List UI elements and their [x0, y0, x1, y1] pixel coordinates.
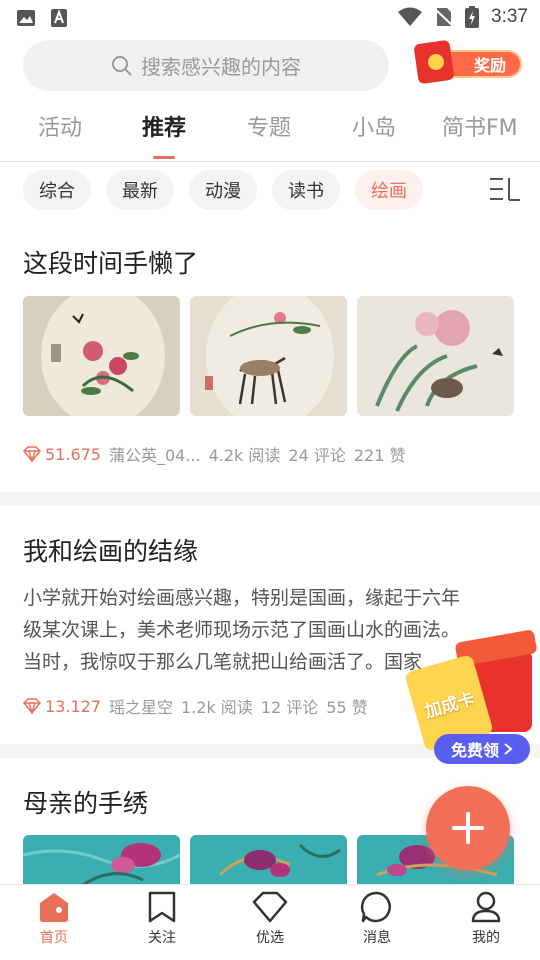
section-divider: [0, 492, 540, 506]
nav-profile-label: 我的: [472, 930, 500, 946]
article-title[interactable]: 母亲的手绣: [23, 784, 148, 820]
search-icon: [112, 55, 132, 76]
author-name[interactable]: 瑶之星空: [109, 694, 173, 718]
nav-messages[interactable]: 消息: [337, 891, 417, 947]
chevron-right-icon: [504, 743, 513, 755]
free-claim-label: 免费领: [450, 741, 499, 760]
reward-button[interactable]: 奖励: [406, 39, 522, 85]
tab-recommend[interactable]: 推荐: [142, 110, 186, 142]
tab-topics[interactable]: 专题: [247, 110, 291, 142]
clock-time: 3:37: [491, 6, 528, 27]
read-count: 4.2k 阅读: [208, 446, 281, 465]
comment-count: 24 评论: [288, 446, 346, 465]
nav-following-label: 关注: [148, 930, 176, 946]
nav-messages-label: 消息: [363, 930, 391, 946]
bonus-card-label: 加成卡: [422, 688, 477, 723]
article-image[interactable]: [190, 296, 347, 416]
author-name[interactable]: 蒲公英_04...: [109, 442, 201, 466]
bonus-card-promo[interactable]: 加成卡 免费领: [404, 629, 540, 770]
excerpt-line: 小学就开始对绘画感兴趣，特别是国画，缘起于六年: [23, 587, 461, 609]
create-post-button[interactable]: [426, 786, 510, 870]
diamond-outline-icon: [252, 891, 288, 923]
message-bubble-icon: [360, 891, 391, 923]
status-bar: 3:37: [0, 0, 540, 36]
image-notification-icon: [17, 10, 35, 26]
nav-featured-label: 优选: [256, 930, 284, 946]
battery-icon: [465, 6, 480, 28]
user-icon: [471, 891, 501, 923]
filter-chips: 综合 最新 动漫 读书 绘画: [23, 170, 540, 212]
diamond-icon: [23, 698, 41, 714]
wifi-icon: [398, 7, 423, 26]
chip-reading[interactable]: 读书: [272, 170, 340, 210]
like-count: 55 赞: [326, 698, 368, 717]
article-title[interactable]: 我和绘画的结缘: [23, 532, 198, 568]
no-sim-icon: [435, 8, 454, 27]
article-meta: 13.127 瑶之星空 1.2k 阅读 12 评论 55 赞: [23, 694, 368, 718]
font-notification-icon: [51, 9, 67, 27]
bookmark-icon: [148, 891, 176, 923]
bottom-navigation: 首页 关注 优选 消息 我的: [0, 884, 540, 960]
article-meta: 51.675 蒲公英_04... 4.2k 阅读 24 评论 221 赞: [23, 442, 406, 466]
chip-painting[interactable]: 绘画: [355, 170, 423, 210]
coin-icon: [428, 54, 444, 70]
active-tab-indicator: [153, 156, 175, 159]
nav-featured[interactable]: 优选: [230, 891, 310, 947]
category-tabs: 活动 推荐 专题 小岛 简书FM: [0, 100, 540, 162]
article-title[interactable]: 这段时间手懒了: [23, 244, 198, 280]
search-placeholder: 搜索感兴趣的内容: [141, 55, 301, 79]
more-categories-icon[interactable]: [489, 176, 521, 202]
free-claim-button[interactable]: 免费领: [434, 734, 530, 764]
chip-general[interactable]: 综合: [23, 170, 91, 210]
chip-latest[interactable]: 最新: [106, 170, 174, 210]
tab-island[interactable]: 小岛: [352, 110, 396, 142]
search-bar[interactable]: 搜索感兴趣的内容: [23, 40, 389, 91]
diamond-icon: [23, 446, 41, 462]
plus-icon: [452, 812, 484, 844]
read-count: 1.2k 阅读: [181, 698, 253, 717]
nav-home[interactable]: 首页: [14, 891, 94, 947]
score-value: 13.127: [45, 696, 101, 716]
nav-profile[interactable]: 我的: [446, 891, 526, 947]
tab-fm[interactable]: 简书FM: [442, 110, 518, 142]
chip-anime[interactable]: 动漫: [189, 170, 257, 210]
article-thumbnails: [23, 296, 514, 416]
comment-count: 12 评论: [260, 698, 319, 717]
nav-following[interactable]: 关注: [122, 891, 202, 947]
tab-activity[interactable]: 活动: [38, 110, 82, 142]
like-count: 221 赞: [353, 446, 406, 465]
nav-home-label: 首页: [40, 930, 68, 946]
diamond-score: 51.675: [23, 445, 101, 464]
article-image[interactable]: [357, 296, 514, 416]
score-value: 51.675: [45, 444, 101, 464]
article-image[interactable]: [23, 296, 180, 416]
diamond-score: 13.127: [23, 697, 101, 716]
home-icon: [40, 893, 68, 922]
